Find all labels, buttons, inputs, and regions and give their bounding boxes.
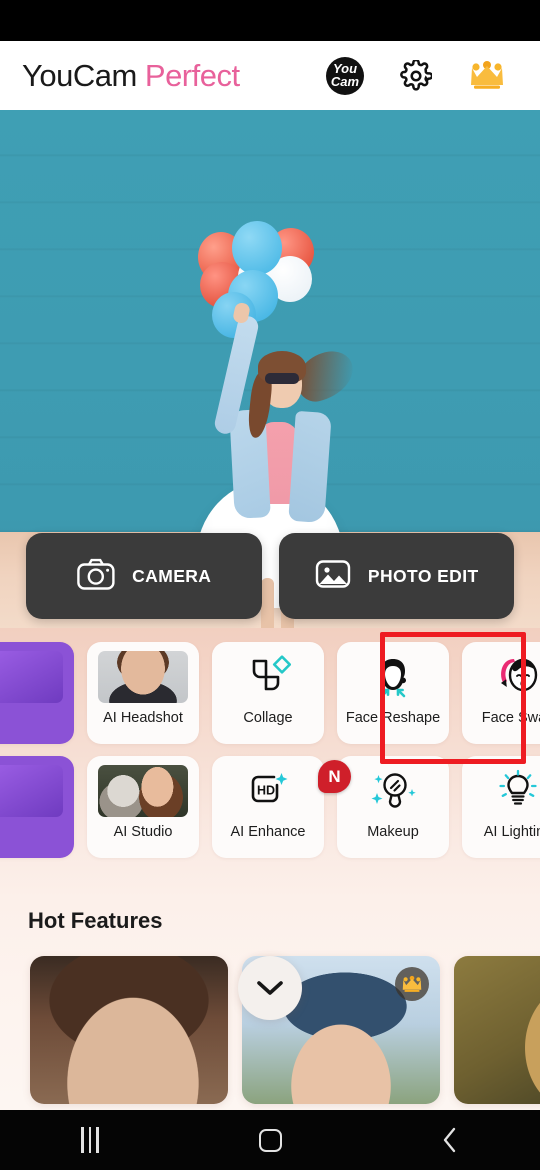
feature-row-1: AI Headshot Collage Face Reshape Face Sw (0, 642, 540, 744)
photo-edit-button[interactable]: PHOTO EDIT (278, 533, 514, 619)
home-icon (258, 1128, 282, 1152)
feature-card-makeup[interactable]: Makeup (337, 756, 449, 858)
feature-card-ai-enhance[interactable]: HD AI Enhance (212, 756, 324, 858)
face-reshape-icon (348, 651, 438, 703)
feature-card-partial-1[interactable] (0, 642, 74, 744)
feature-card-face-swap[interactable]: Face Swap (462, 642, 540, 744)
system-status-bar (0, 0, 540, 41)
face-swap-icon (473, 651, 540, 703)
hot-features-section: Hot Features (0, 900, 540, 1110)
premium-crown-icon[interactable] (468, 60, 506, 92)
balloon-blue-1 (232, 221, 282, 275)
feature-card-label: Face Swap (481, 710, 540, 726)
feature-card-label: AI Lighting (483, 824, 540, 840)
feature-row-2: AI Studio HD AI Enhance Makeup AI Lighti… (0, 756, 540, 858)
app-logo: YouCam Perfect (22, 58, 240, 94)
headshot-thumb (98, 651, 188, 703)
primary-actions: CAMERA PHOTO EDIT (0, 533, 540, 619)
back-chevron-icon (443, 1127, 456, 1153)
feature-card-label: Makeup (367, 824, 419, 840)
nav-home-button[interactable] (180, 1110, 360, 1170)
logo-text-secondary: Perfect (144, 57, 240, 93)
hot-feature-card-1[interactable] (30, 956, 228, 1104)
ai-studio-thumb (98, 765, 188, 817)
system-navigation-bar (0, 1110, 540, 1170)
feature-card-label: Face Reshape (345, 710, 441, 726)
app-screen: YouCam Perfect You Cam CAMERA PHOTO EDIT… (0, 0, 540, 1170)
recents-icon (81, 1127, 99, 1153)
feature-grid: AI Headshot Collage Face Reshape Face Sw… (0, 628, 540, 900)
model-sunglasses (265, 373, 299, 384)
model-jacket-right (288, 410, 332, 524)
camera-button[interactable]: CAMERA (26, 533, 262, 619)
hd-icon: HD (223, 765, 313, 817)
feature-card-collage[interactable]: Collage (212, 642, 324, 744)
feature-card-label: Collage (243, 710, 293, 726)
lightbulb-icon (473, 765, 540, 817)
partial-card-thumb (0, 765, 63, 817)
feature-card-label: AI Studio (113, 824, 173, 840)
youcam-logo-badge-icon[interactable]: You Cam (326, 56, 364, 95)
nav-back-button[interactable] (360, 1110, 540, 1170)
premium-crown-icon (395, 967, 429, 1001)
youcam-badge-line2: Cam (330, 73, 360, 89)
photo-edit-button-label: PHOTO EDIT (367, 565, 479, 586)
collage-icon (223, 651, 313, 703)
feature-card-face-reshape[interactable]: Face Reshape (337, 642, 449, 744)
logo-text-primary: YouCam (22, 57, 137, 93)
app-header: YouCam Perfect You Cam (0, 41, 540, 110)
new-badge-makeup: N (318, 760, 351, 793)
image-icon (314, 557, 352, 596)
camera-icon (76, 557, 116, 596)
feature-card-label: AI Enhance (230, 824, 306, 840)
makeup-mirror-icon (348, 765, 438, 817)
feature-card-ai-headshot[interactable]: AI Headshot (87, 642, 199, 744)
hot-feature-card-3[interactable] (454, 956, 540, 1104)
nav-recents-button[interactable] (0, 1110, 180, 1170)
header-icon-group: You Cam (326, 56, 518, 95)
partial-card-thumb (0, 651, 63, 703)
camera-button-label: CAMERA (132, 565, 212, 586)
feature-card-ai-lighting[interactable]: AI Lighting (462, 756, 540, 858)
chevron-down-icon[interactable] (238, 956, 302, 1020)
feature-card-partial-2[interactable] (0, 756, 74, 858)
svg-text:HD: HD (257, 784, 275, 798)
feature-card-ai-studio[interactable]: AI Studio (87, 756, 199, 858)
feature-card-label: AI Headshot (103, 710, 183, 726)
settings-gear-icon[interactable] (400, 59, 432, 92)
hot-features-title: Hot Features (28, 908, 163, 933)
